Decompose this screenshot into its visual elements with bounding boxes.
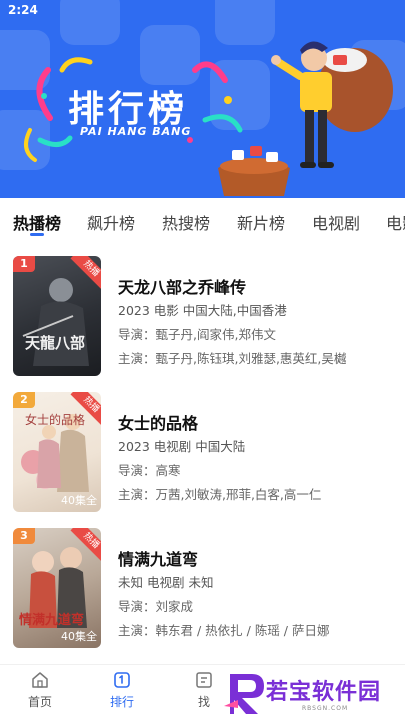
nav-ranking-label: 排行: [109, 695, 134, 709]
item-cast: 主演：韩东君 / 热依扎 / 陈瑶 / 萨日娜: [118, 623, 330, 638]
status-time: 2:24: [8, 3, 38, 17]
svg-text:情满九道弯: 情满九道弯: [19, 612, 84, 628]
svg-text:天龍八部: 天龍八部: [25, 334, 85, 352]
item-meta: 2023 电影 中国大陆,中国香港: [118, 303, 287, 318]
item-director: 导演：刘家成: [118, 599, 194, 614]
rank-badge: 1: [13, 256, 35, 272]
rank-badge: 3: [13, 528, 35, 544]
item-director: 导演：甄子丹,阎家伟,郑伟文: [118, 327, 276, 342]
item-cast: 主演：万茜,刘敏涛,邢菲,白客,高一仁: [118, 487, 322, 502]
nav-ranking[interactable]: 排行: [92, 671, 152, 710]
item-cast: 主演：甄子丹,陈钰琪,刘雅瑟,惠英红,吴樾: [118, 351, 347, 366]
poster-image[interactable]: 天龍八部 1 热播: [13, 256, 101, 376]
site-watermark: 若宝软件园 RBSGN.COM: [222, 668, 405, 720]
episode-count: 40集全: [61, 494, 97, 507]
nav-home[interactable]: 首页: [10, 671, 70, 710]
watermark-subtext: RBSGN.COM: [302, 705, 349, 712]
list-item[interactable]: 情满九道弯 3 热播 40集全 情满九道弯 未知 电视剧 未知 导演：刘家成 主…: [0, 522, 405, 648]
tab-hot-search[interactable]: 热搜榜: [162, 210, 210, 234]
episode-count: 40集全: [61, 630, 97, 643]
nav-home-label: 首页: [27, 695, 52, 709]
tab-movie[interactable]: 电影: [386, 210, 405, 234]
item-title[interactable]: 女士的品格: [118, 410, 198, 434]
character-illustration-icon: [218, 41, 393, 196]
item-title[interactable]: 天龙八部之乔峰传: [118, 274, 246, 298]
tab-tv-series[interactable]: 电视剧: [312, 210, 360, 234]
svg-text:女士的品格: 女士的品格: [25, 412, 85, 427]
item-director: 导演：高寒: [118, 463, 181, 478]
tab-new-release[interactable]: 新片榜: [237, 210, 285, 234]
poster-image[interactable]: 情满九道弯 3 热播 40集全: [13, 528, 101, 648]
find-icon: [196, 672, 212, 688]
home-icon: [32, 672, 48, 688]
rank-badge: 2: [13, 392, 35, 408]
watermark-text: 若宝软件园: [266, 680, 382, 705]
tab-rising[interactable]: 飙升榜: [87, 210, 135, 234]
item-meta: 2023 电视剧 中国大陆: [118, 439, 246, 454]
ranking-banner: 排行榜 PAI HANG BANG: [0, 0, 405, 198]
list-item[interactable]: 女士的品格 2 热播 40集全 女士的品格 2023 电视剧 中国大陆 导演：高…: [0, 386, 405, 512]
ranking-icon: [114, 672, 130, 688]
active-tab-indicator: [30, 233, 44, 236]
status-bar: 2:24: [0, 0, 405, 22]
ranking-tabs: 热播榜 飙升榜 热搜榜 新片榜 电视剧 电影: [0, 198, 405, 242]
item-title[interactable]: 情满九道弯: [118, 546, 198, 570]
tab-hot-play[interactable]: 热播榜: [13, 210, 61, 234]
poster-image[interactable]: 女士的品格 2 热播 40集全: [13, 392, 101, 512]
item-meta: 未知 电视剧 未知: [118, 575, 214, 590]
watermark-logo-icon: [224, 674, 264, 714]
list-item[interactable]: 天龍八部 1 热播 天龙八部之乔峰传 2023 电影 中国大陆,中国香港 导演：…: [0, 250, 405, 376]
